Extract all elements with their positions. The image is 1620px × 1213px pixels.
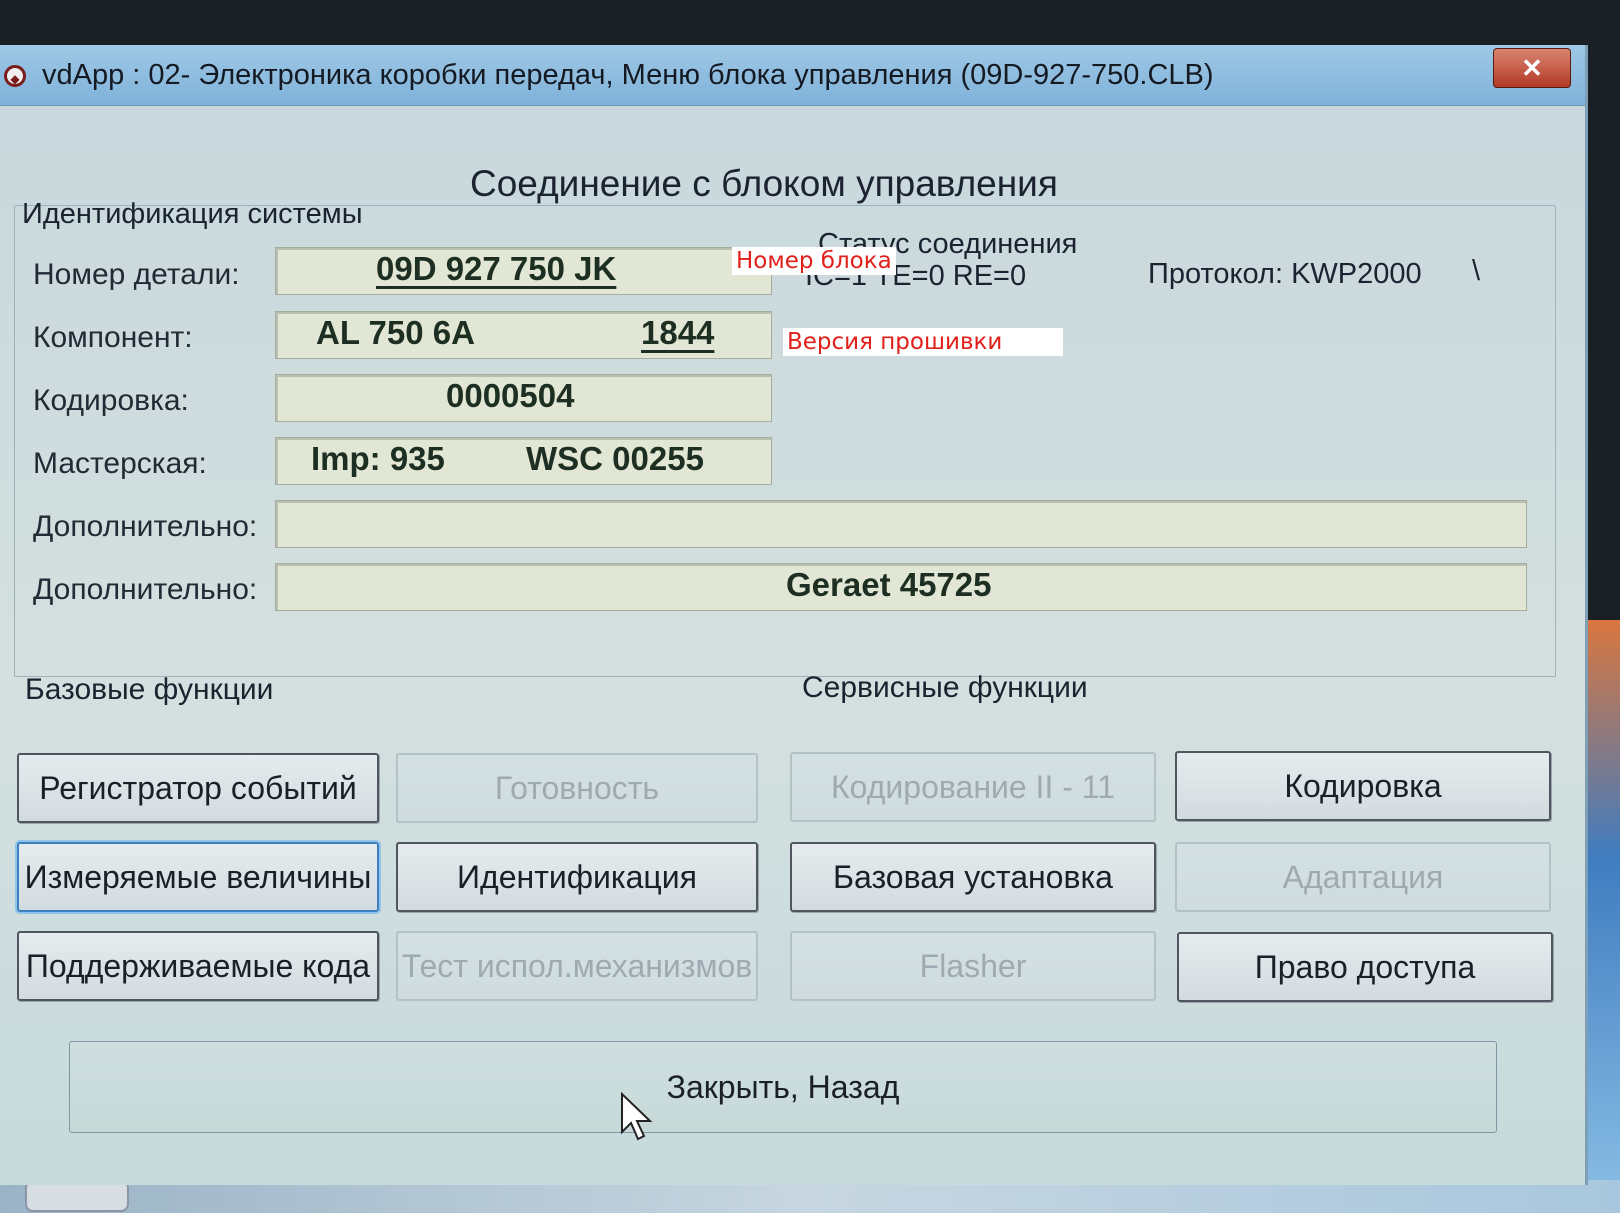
app-window: ◆ vdApp : 02- Электроника коробки переда…	[0, 45, 1588, 1185]
event-recorder-button[interactable]: Регистратор событий	[17, 753, 379, 823]
part-number-field: 09D 927 750 JK	[275, 247, 772, 295]
workshop-field: Imp: 935 WSC 00255	[275, 437, 772, 485]
window-title: vdApp : 02- Электроника коробки передач,…	[42, 59, 1214, 91]
page-title: Соединение с блоком управления	[470, 163, 1058, 204]
actuator-test-button[interactable]: Тест испол.механизмов	[396, 931, 758, 1001]
close-window-button[interactable]: ✕	[1493, 48, 1571, 88]
readiness-button[interactable]: Готовность	[396, 753, 758, 823]
component-version-value: 1844	[641, 314, 715, 351]
title-bar: ◆ vdApp : 02- Электроника коробки переда…	[0, 45, 1585, 106]
additional-1-label: Дополнительно:	[33, 510, 258, 543]
measured-values-button[interactable]: Измеряемые величины	[17, 842, 379, 912]
identification-button[interactable]: Идентификация	[396, 842, 758, 912]
service-functions-label: Сервисные функции	[802, 671, 1088, 704]
component-value: AL 750 6A	[316, 314, 475, 351]
app-logo-icon: ◆	[4, 65, 26, 87]
workshop-label: Мастерская:	[33, 447, 207, 480]
close-back-button[interactable]: Закрыть, Назад	[69, 1041, 1497, 1133]
firmware-version-annotation: Версия прошивки	[783, 328, 1063, 356]
additional-1-field	[275, 500, 1527, 548]
basic-settings-button[interactable]: Базовая установка	[790, 842, 1156, 912]
adaptation-button[interactable]: Адаптация	[1175, 842, 1551, 912]
part-number-label: Номер детали:	[33, 258, 240, 291]
part-number-value: 09D 927 750 JK	[376, 250, 617, 287]
block-number-annotation: Номер блока	[732, 247, 896, 275]
basic-functions-label: Базовые функции	[25, 673, 274, 706]
supported-codes-button[interactable]: Поддерживаемые кода	[17, 931, 379, 1001]
mouse-cursor-icon	[621, 1092, 653, 1141]
activity-indicator-icon: \	[1472, 255, 1481, 287]
additional-2-label: Дополнительно:	[33, 573, 258, 606]
access-right-button[interactable]: Право доступа	[1177, 932, 1553, 1002]
workshop-wsc-value: WSC 00255	[526, 440, 704, 477]
identification-group-label: Идентификация системы	[22, 198, 363, 230]
component-field: AL 750 6A 1844	[275, 311, 772, 359]
protocol-text: Протокол: KWP2000	[1148, 258, 1422, 290]
coding-value: 0000504	[446, 377, 575, 414]
flasher-button[interactable]: Flasher	[790, 931, 1156, 1001]
workshop-imp-value: Imp: 935	[311, 440, 445, 477]
component-label: Компонент:	[33, 321, 193, 354]
coding-ii-button[interactable]: Кодирование II - 11	[790, 752, 1156, 822]
additional-2-value: Geraet 45725	[786, 566, 992, 603]
additional-2-field: Geraet 45725	[275, 563, 1527, 611]
coding-button[interactable]: Кодировка	[1175, 751, 1551, 821]
coding-label: Кодировка:	[33, 384, 189, 417]
coding-field: 0000504	[275, 374, 772, 422]
